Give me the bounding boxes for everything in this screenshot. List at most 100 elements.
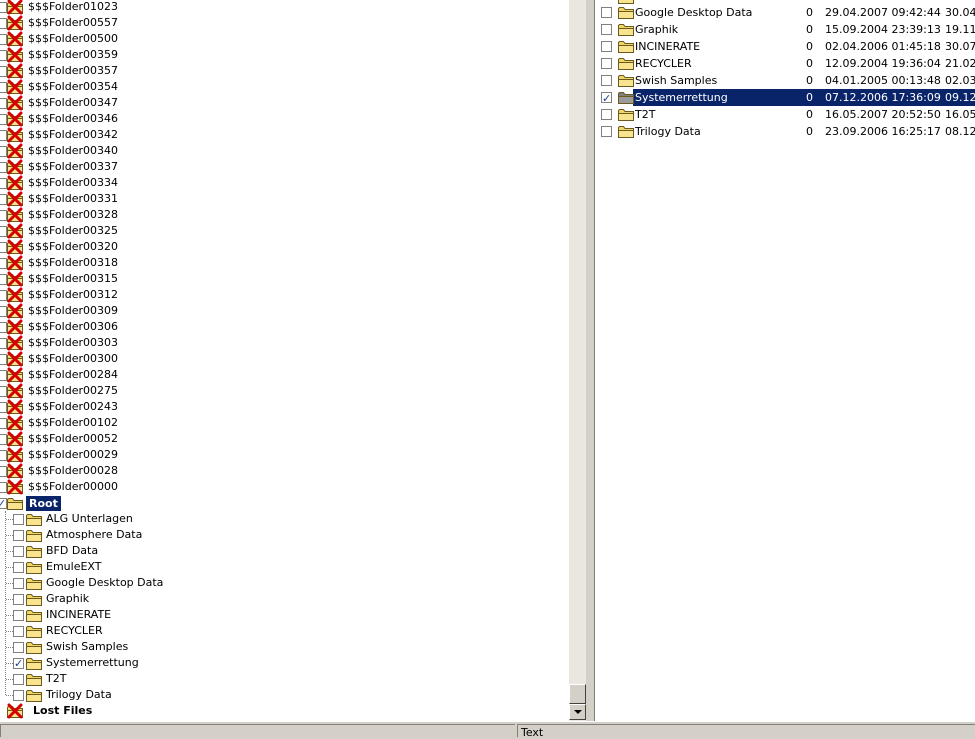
tree-checkbox[interactable] [13, 514, 24, 525]
tree-item-folder[interactable]: Trilogy Data [0, 687, 560, 703]
tree-checkbox[interactable] [0, 66, 7, 77]
tree-checkbox[interactable] [13, 626, 24, 637]
tree-checkbox[interactable] [13, 546, 24, 557]
tree-checkbox[interactable] [13, 690, 24, 701]
tree-item-folder[interactable]: INCINERATE [0, 607, 560, 623]
file-list-row[interactable]: INCINERATE 0 02.04.2006 01:45:18 30.07. [595, 38, 975, 55]
tree-item-deleted[interactable]: $$$Folder00309 [0, 303, 560, 319]
row-checkbox[interactable] [601, 7, 612, 18]
file-list-row[interactable]: Trilogy Data 0 23.09.2006 16:25:17 08.12. [595, 123, 975, 140]
file-list-row[interactable]: Systemerrettung 0 07.12.2006 17:36:09 09.12… [595, 89, 975, 107]
tree-item-deleted[interactable]: $$$Folder00354 [0, 79, 560, 95]
tree-checkbox[interactable] [13, 578, 24, 589]
tree-item-deleted[interactable]: $$$Folder00320 [0, 239, 560, 255]
tree-item-deleted[interactable]: $$$Folder00342 [0, 127, 560, 143]
tree-checkbox[interactable] [0, 146, 7, 157]
tree-item-deleted[interactable]: $$$Folder00275 [0, 383, 560, 399]
tree-item-folder[interactable]: EmuleEXT [0, 559, 560, 575]
tree-checkbox[interactable] [0, 34, 7, 45]
tree-item-folder[interactable]: Systemerrettung [0, 655, 560, 672]
tree-item-folder[interactable]: T2T [0, 671, 560, 687]
tree-item-deleted[interactable]: $$$Folder00028 [0, 463, 560, 479]
tree-checkbox[interactable] [0, 290, 7, 301]
tree-checkbox[interactable] [13, 562, 24, 573]
scrollbar-thumb[interactable] [569, 684, 586, 704]
tree-checkbox[interactable] [0, 322, 7, 333]
tree-checkbox[interactable] [0, 210, 7, 221]
tree-item-deleted[interactable]: $$$Folder00331 [0, 191, 560, 207]
scroll-down-button[interactable] [569, 704, 586, 720]
tree-item-folder[interactable]: BFD Data [0, 543, 560, 559]
tree-checkbox[interactable] [0, 482, 7, 493]
tree-item-deleted[interactable]: $$$Folder00318 [0, 255, 560, 271]
tree-checkbox[interactable] [0, 338, 7, 349]
tree-item-deleted[interactable]: $$$Folder00243 [0, 399, 560, 415]
tree-checkbox[interactable] [0, 2, 7, 13]
tree-checkbox[interactable] [0, 306, 7, 317]
pane-splitter[interactable] [586, 0, 594, 721]
row-checkbox[interactable] [601, 41, 612, 52]
tree-checkbox[interactable] [0, 370, 7, 381]
tree-item-folder[interactable]: Atmosphere Data [0, 527, 560, 543]
tree-item-folder[interactable]: Google Desktop Data [0, 575, 560, 591]
row-checkbox[interactable] [601, 126, 612, 137]
file-list-row[interactable]: Graphik 0 15.09.2004 23:39:13 19.11. [595, 21, 975, 38]
tree-item-deleted[interactable]: $$$Folder00284 [0, 367, 560, 383]
file-list-row[interactable]: Google Desktop Data 0 29.04.2007 09:42:44 3… [595, 4, 975, 21]
tree-item-deleted[interactable]: $$$Folder00306 [0, 319, 560, 335]
tree-item-deleted[interactable]: $$$Folder00337 [0, 159, 560, 175]
tree-checkbox[interactable] [0, 466, 7, 477]
tree-checkbox[interactable] [13, 642, 24, 653]
tree-item-deleted[interactable]: $$$Folder00029 [0, 447, 560, 463]
tree-checkbox[interactable] [13, 610, 24, 621]
tree-checkbox[interactable] [0, 130, 7, 141]
tree-item-deleted[interactable]: $$$Folder00312 [0, 287, 560, 303]
tree-checkbox[interactable] [0, 18, 7, 29]
tree-checkbox[interactable] [0, 242, 7, 253]
tree-checkbox[interactable] [13, 656, 24, 672]
file-list-row[interactable]: RECYCLER 0 12.09.2004 19:36:04 21.02. [595, 55, 975, 72]
tree-checkbox[interactable] [0, 258, 7, 269]
tree-checkbox[interactable] [0, 178, 7, 189]
tree-item-deleted[interactable]: $$$Folder00334 [0, 175, 560, 191]
tree-checkbox[interactable] [0, 50, 7, 61]
tree-item-deleted[interactable]: $$$Folder00102 [0, 415, 560, 431]
tree-item-deleted[interactable]: $$$Folder00300 [0, 351, 560, 367]
tree-item-deleted[interactable]: $$$Folder00303 [0, 335, 560, 351]
tree-item-deleted[interactable]: $$$Folder00347 [0, 95, 560, 111]
tree-item-deleted[interactable]: $$$Folder00328 [0, 207, 560, 223]
tree-checkbox[interactable] [0, 434, 7, 445]
tree-item-deleted[interactable]: $$$Folder00000 [0, 479, 560, 495]
tree-checkbox[interactable] [13, 530, 24, 541]
tree-checkbox[interactable] [0, 450, 7, 461]
tree-checkbox[interactable] [0, 354, 7, 365]
tree-checkbox[interactable] [13, 674, 24, 685]
tree-item-folder[interactable]: Graphik [0, 591, 560, 607]
tree-item-deleted[interactable]: $$$Folder00346 [0, 111, 560, 127]
tree-root[interactable]: Root [0, 495, 560, 512]
tree-checkbox[interactable] [0, 98, 7, 109]
row-checkbox[interactable] [601, 24, 612, 35]
tree-item-folder[interactable]: ALG Unterlagen [0, 511, 560, 527]
tree-item-deleted[interactable]: $$$Folder01023 [0, 0, 560, 15]
tree-item-deleted[interactable]: $$$Folder00340 [0, 143, 560, 159]
tree-checkbox[interactable] [0, 194, 7, 205]
tree-item-deleted[interactable]: $$$Folder00359 [0, 47, 560, 63]
tree-checkbox[interactable] [0, 418, 7, 429]
folder-tree-pane[interactable]: $$$Folder01023 $$$Folder00557 $$$Folder005… [0, 0, 569, 721]
tree-vertical-scrollbar[interactable] [569, 0, 586, 721]
tree-checkbox[interactable] [13, 594, 24, 605]
file-list-row[interactable]: Swish Samples 0 04.01.2005 00:13:48 02.03. [595, 72, 975, 89]
tree-checkbox[interactable] [0, 226, 7, 237]
tree-item-folder[interactable]: Swish Samples [0, 639, 560, 655]
tree-item-deleted[interactable]: $$$Folder00557 [0, 15, 560, 31]
row-checkbox[interactable] [601, 109, 612, 120]
tree-item-deleted[interactable]: $$$Folder00357 [0, 63, 560, 79]
row-checkbox[interactable] [601, 58, 612, 69]
tree-item-deleted[interactable]: $$$Folder00500 [0, 31, 560, 47]
tree-checkbox[interactable] [0, 82, 7, 93]
tree-checkbox[interactable] [0, 386, 7, 397]
tree-checkbox[interactable] [0, 274, 7, 285]
tree-checkbox[interactable] [0, 402, 7, 413]
tree-checkbox[interactable] [0, 496, 7, 512]
